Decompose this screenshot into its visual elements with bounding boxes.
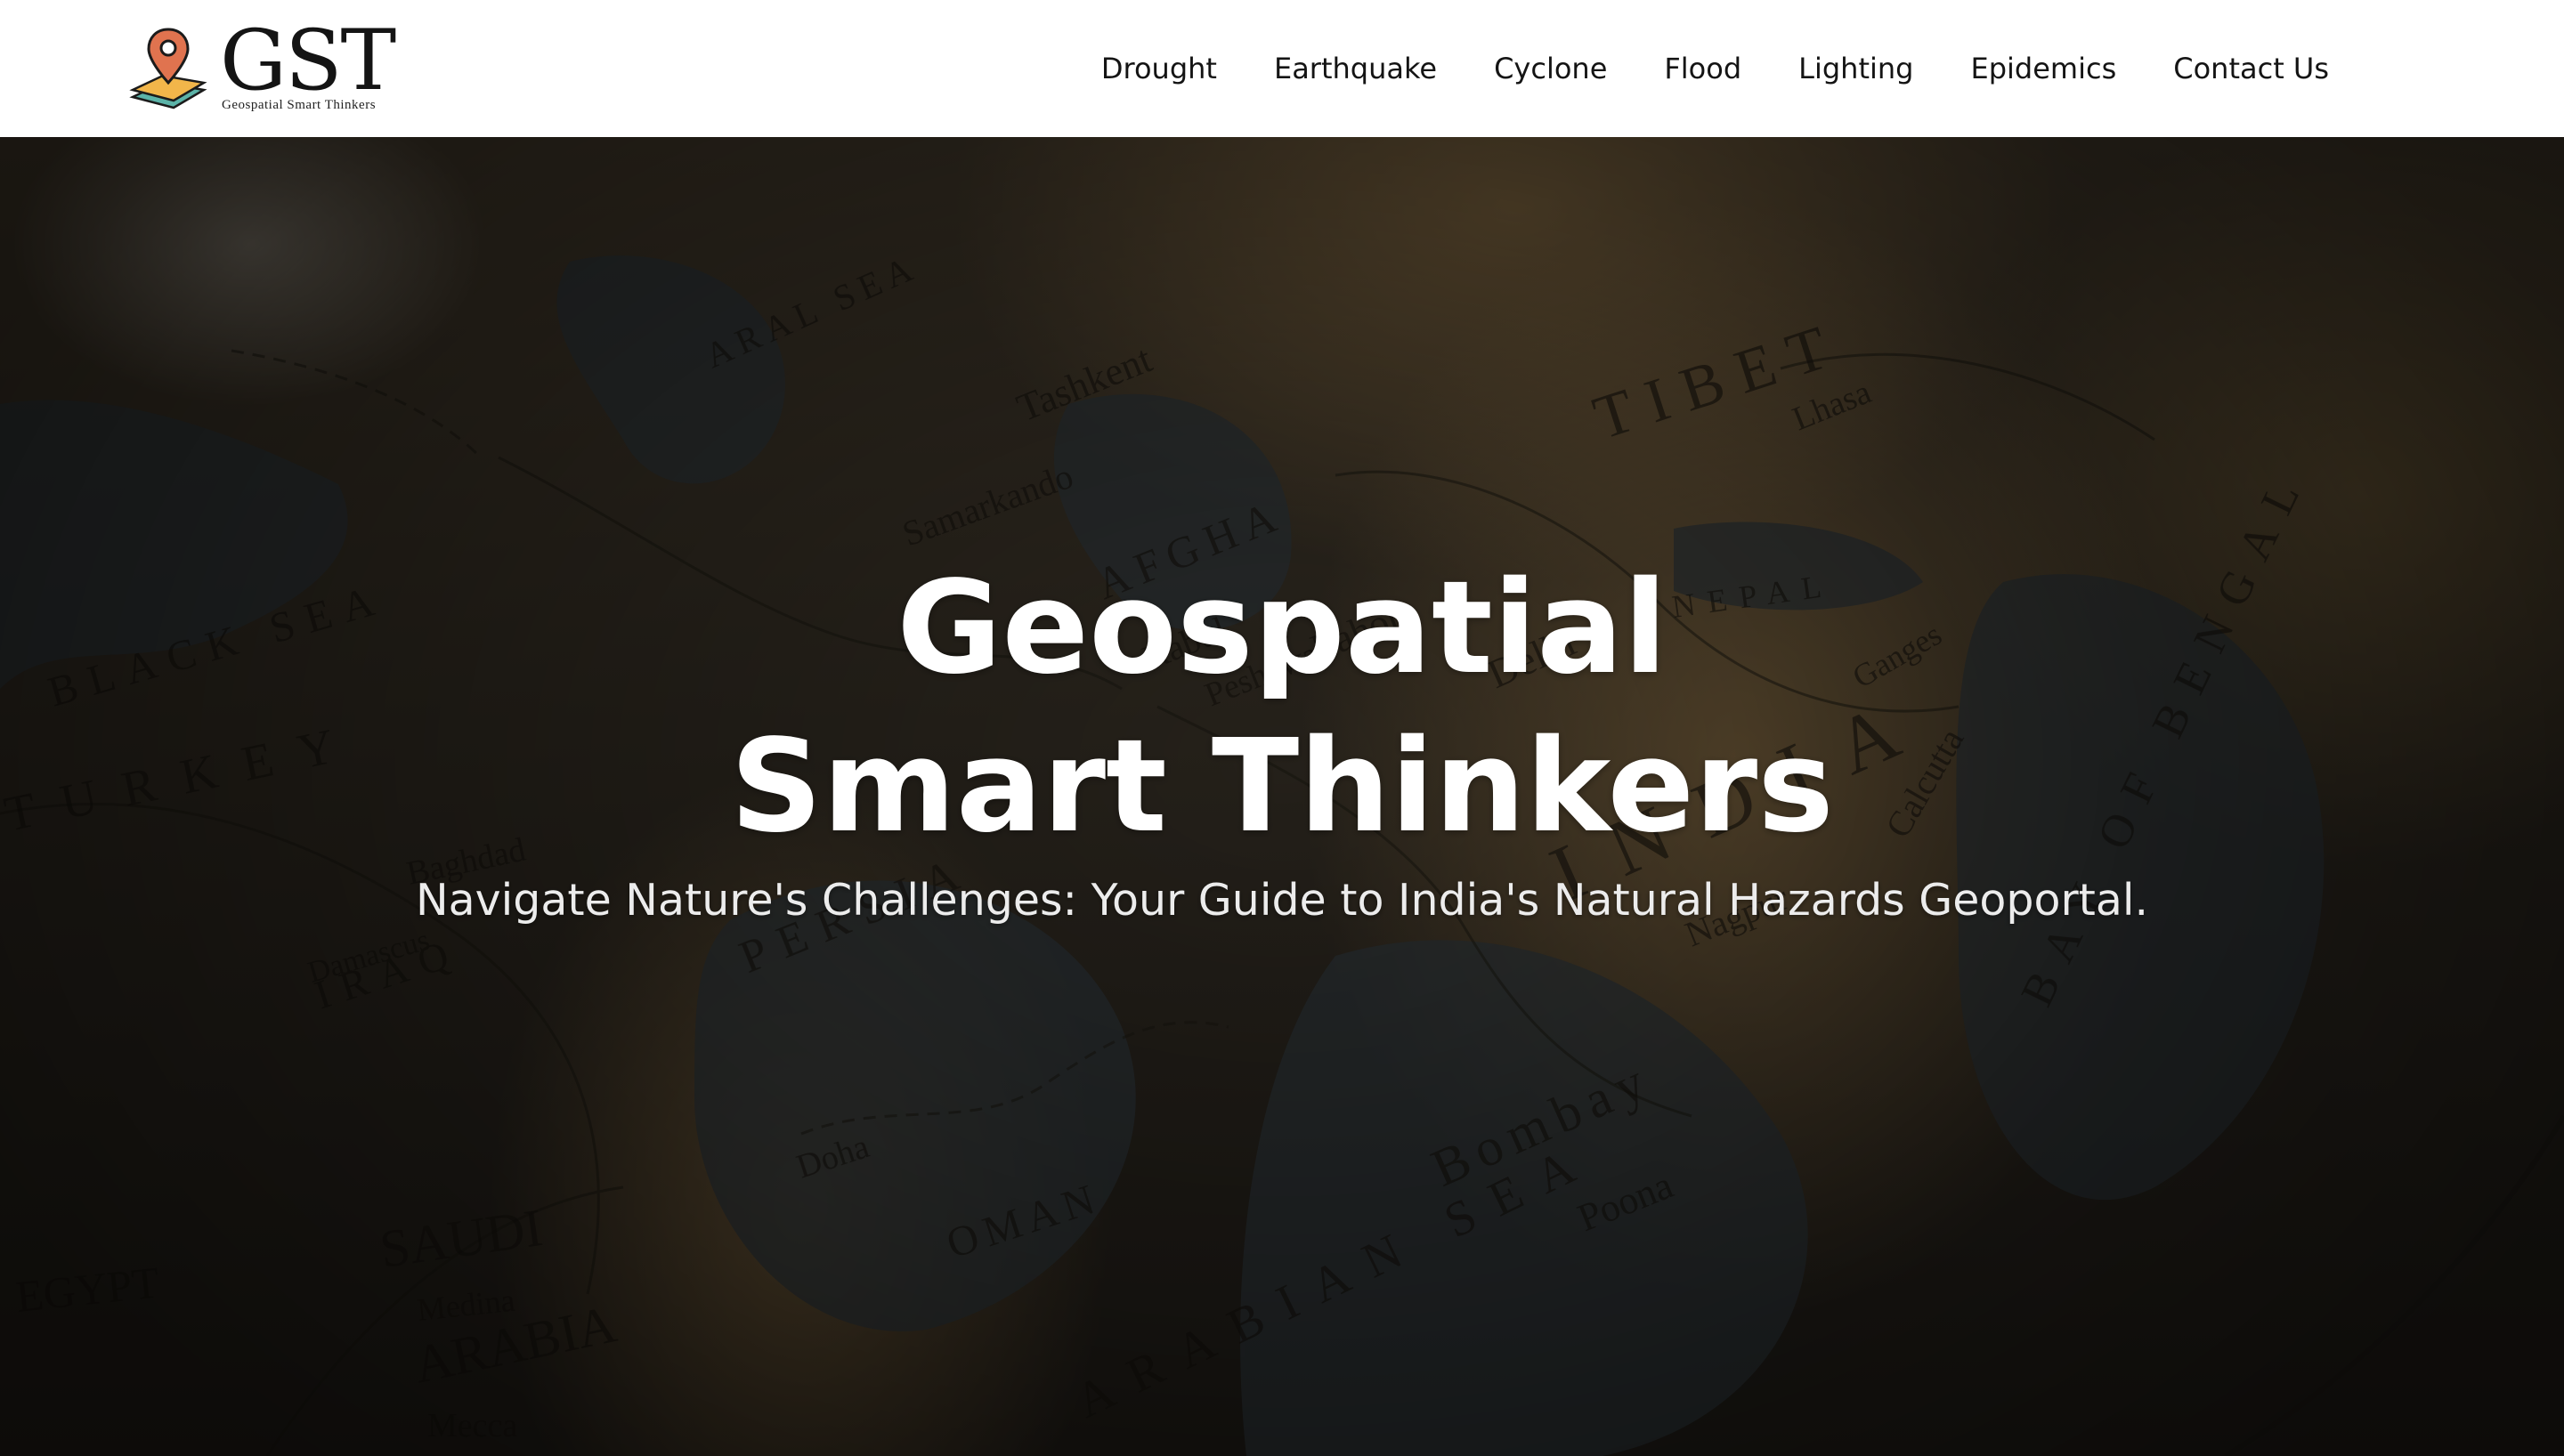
hero-subtitle: Navigate Nature's Challenges: Your Guide…: [415, 875, 2149, 926]
brand-name: GST: [220, 12, 396, 109]
nav-item-lighting[interactable]: Lighting: [1798, 52, 1913, 85]
navbar: GST Geospatial Smart Thinkers Drought Ea…: [0, 0, 2564, 137]
nav-item-drought[interactable]: Drought: [1101, 52, 1217, 85]
nav-item-flood[interactable]: Flood: [1664, 52, 1741, 85]
nav-item-cyclone[interactable]: Cyclone: [1494, 52, 1607, 85]
brand-logo-link[interactable]: GST Geospatial Smart Thinkers: [129, 12, 396, 117]
brand-text: GST Geospatial Smart Thinkers: [220, 12, 396, 113]
brand-tagline: Geospatial Smart Thinkers: [222, 98, 377, 112]
map-pin-logo-icon: [129, 28, 207, 109]
nav-item-earthquake[interactable]: Earthquake: [1274, 52, 1437, 85]
nav-item-contact-us[interactable]: Contact Us: [2173, 52, 2329, 85]
hero-section: TURKEY IRAQ SAUDI ARABIA EGYPT TIBET IND…: [0, 137, 2564, 1456]
hero-content: Geospatial Smart Thinkers Navigate Natur…: [0, 137, 2564, 1456]
hero-title: Geospatial Smart Thinkers: [730, 553, 1834, 861]
nav-item-epidemics[interactable]: Epidemics: [1970, 52, 2116, 85]
main-nav: Drought Earthquake Cyclone Flood Lightin…: [1101, 52, 2329, 85]
